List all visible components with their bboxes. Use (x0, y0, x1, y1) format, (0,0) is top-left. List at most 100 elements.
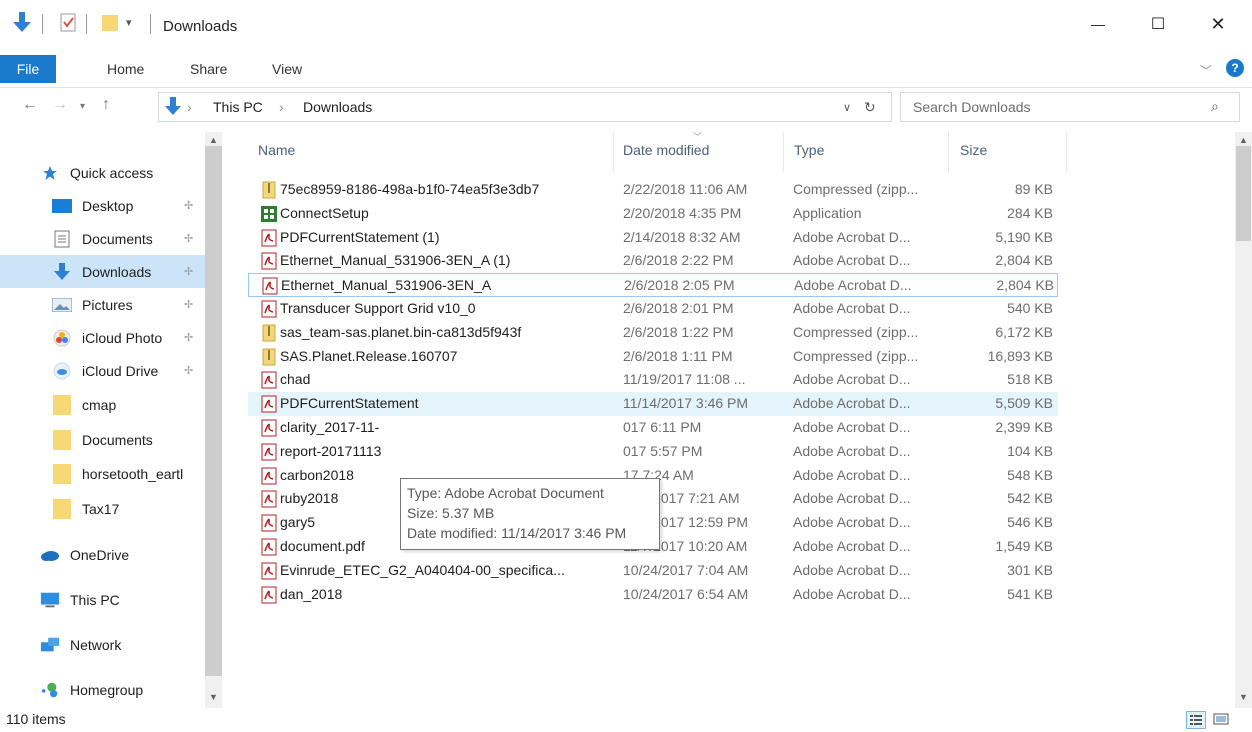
file-row[interactable]: sas_team-sas.planet.bin-ca813d5f943f 2/6/… (248, 321, 1058, 345)
file-name: Ethernet_Manual_531906-3EN_A (1) (280, 252, 511, 269)
tab-file[interactable]: File (0, 55, 56, 83)
column-divider[interactable] (783, 132, 784, 172)
nav-item-quick-access[interactable]: Quick access (0, 156, 205, 189)
breadcrumb-this-pc[interactable]: This PC (213, 99, 263, 115)
file-row[interactable]: ConnectSetup 2/20/2018 4:35 PM Application… (248, 202, 1058, 226)
file-date-modified: 017 5:57 PM (623, 442, 703, 459)
scroll-up-icon[interactable]: ▲ (1235, 135, 1252, 145)
nav-item-homegroup[interactable]: Homegroup (0, 673, 205, 706)
new-folder-icon[interactable] (100, 10, 120, 37)
breadcrumb-downloads[interactable]: Downloads (303, 99, 372, 115)
ribbon: File Home Share View ﹀ ? (0, 48, 1252, 88)
details-view-icon[interactable] (1186, 711, 1206, 729)
tooltip-size: Size: 5.37 MB (407, 505, 495, 521)
quick-access-separator (150, 14, 151, 34)
nav-item-desktop[interactable]: Desktop ✢ (0, 189, 205, 222)
large-icons-view-icon[interactable] (1212, 711, 1232, 729)
file-row[interactable]: PDFCurrentStatement (1) 2/14/2018 8:32 AM… (248, 226, 1058, 250)
file-row[interactable]: PDFCurrentStatement 11/14/2017 3:46 PM Ado… (248, 392, 1058, 417)
up-arrow-icon[interactable]: ↑ (102, 96, 110, 114)
pdf-icon (260, 300, 278, 318)
nav-item-label: iCloud Drive (82, 362, 159, 379)
zip-icon (260, 348, 278, 366)
customize-quick-access-icon[interactable]: ▾ (126, 16, 132, 29)
title-bar: ▾ Downloads — ☐ ✕ (0, 0, 1252, 48)
file-row[interactable]: Transducer Support Grid v10_0 2/6/2018 2:… (248, 297, 1058, 321)
scrollbar-thumb[interactable] (1236, 146, 1251, 241)
file-list-scrollbar[interactable]: ▲ ▼ (1235, 132, 1252, 708)
search-box[interactable]: Search Downloads ⌕ (900, 92, 1240, 122)
column-divider[interactable] (948, 132, 949, 172)
forward-arrow-icon[interactable]: → (52, 96, 68, 114)
file-row[interactable]: Ethernet_Manual_531906-3EN_A 2/6/2018 2:0… (248, 273, 1058, 298)
file-type: Compressed (zipp... (793, 323, 919, 340)
nav-item-cmap[interactable]: cmap (0, 388, 205, 421)
column-divider[interactable] (1066, 132, 1067, 172)
pin-icon: ✢ (184, 332, 194, 344)
nav-item-horsetooth[interactable]: horsetooth_eartl (0, 457, 205, 490)
file-size: 5,190 KB (995, 228, 1053, 245)
nav-item-icloud-photos[interactable]: iCloud Photo ✢ (0, 321, 205, 354)
nav-item-this-pc[interactable]: This PC (0, 583, 205, 616)
properties-icon[interactable] (58, 10, 78, 37)
maximize-button[interactable]: ☐ (1128, 0, 1188, 48)
navigation-pane-scrollbar[interactable]: ▲ ▼ (205, 132, 222, 708)
file-row[interactable]: Evinrude_ETEC_G2_A040404-00_specifica...… (248, 559, 1058, 583)
refresh-icon[interactable]: ↻ (864, 99, 876, 116)
scroll-up-icon[interactable]: ▲ (205, 135, 222, 145)
nav-item-label: Desktop (82, 197, 134, 214)
file-size: 542 KB (1007, 490, 1053, 507)
expand-ribbon-icon[interactable]: ﹀ (1200, 62, 1212, 79)
nav-item-network[interactable]: Network (0, 628, 205, 661)
nav-item-onedrive[interactable]: OneDrive (0, 538, 205, 571)
nav-item-icloud-drive[interactable]: iCloud Drive ✢ (0, 354, 205, 387)
pictures-icon (52, 296, 72, 314)
pdf-icon (260, 514, 278, 532)
back-arrow-icon[interactable]: ← (22, 96, 38, 114)
scrollbar-thumb[interactable] (205, 146, 222, 676)
tab-view[interactable]: View (272, 55, 302, 83)
nav-item-label: Homegroup (70, 681, 144, 698)
file-row[interactable]: chad 11/19/2017 11:08 ... Adobe Acrobat D.… (248, 368, 1058, 392)
address-dropdown-icon[interactable]: ∨ (843, 101, 851, 114)
recent-locations-chevron-icon[interactable]: ▾ (80, 101, 85, 112)
nav-item-downloads[interactable]: Downloads ✢ (0, 255, 205, 288)
file-size: 548 KB (1007, 466, 1053, 483)
address-bar[interactable]: › This PC › Downloads ∨ ↻ (158, 92, 892, 122)
close-button[interactable]: ✕ (1188, 0, 1248, 48)
nav-item-tax17[interactable]: Tax17 (0, 492, 205, 525)
file-row[interactable]: report-20171113 017 5:57 PM Adobe Acrobat … (248, 440, 1058, 464)
column-divider[interactable] (613, 132, 614, 172)
file-type: Application (793, 204, 862, 221)
search-icon[interactable]: ⌕ (1211, 98, 1219, 115)
file-size: 541 KB (1007, 585, 1053, 602)
file-row[interactable]: Ethernet_Manual_531906-3EN_A (1) 2/6/2018… (248, 249, 1058, 273)
file-size: 89 KB (1014, 181, 1053, 197)
zip-icon (260, 324, 278, 342)
file-size: 5,509 KB (995, 395, 1053, 412)
file-row[interactable]: dan_2018 10/24/2017 6:54 AM Adobe Acrobat … (248, 583, 1058, 607)
search-input[interactable]: Search Downloads (913, 99, 1031, 115)
tab-share[interactable]: Share (190, 55, 227, 83)
file-date-modified: 10/24/2017 6:54 AM (623, 585, 749, 602)
minimize-button[interactable]: — (1068, 0, 1128, 48)
help-icon[interactable]: ? (1226, 59, 1244, 77)
file-date-modified: 2/14/2018 8:32 AM (623, 228, 741, 245)
file-row[interactable]: SAS.Planet.Release.160707 2/6/2018 1:11 P… (248, 345, 1058, 369)
file-name: ConnectSetup (280, 204, 369, 221)
nav-item-documents[interactable]: Documents ✢ (0, 222, 205, 255)
nav-item-label: Documents (82, 230, 153, 247)
nav-item-pictures[interactable]: Pictures ✢ (0, 288, 205, 321)
quick-access-separator (86, 14, 87, 34)
nav-item-documents-folder[interactable]: Documents (0, 423, 205, 456)
file-date-modified: 017 6:11 PM (623, 419, 702, 435)
scroll-down-icon[interactable]: ▼ (1235, 692, 1252, 702)
file-date-modified: 2/6/2018 2:01 PM (623, 300, 734, 316)
file-type: Adobe Acrobat D... (793, 252, 911, 269)
file-row[interactable]: 75ec8959-8186-498a-b1f0-74ea5f3e3db7 2/22… (248, 178, 1058, 202)
scroll-down-icon[interactable]: ▼ (205, 692, 222, 702)
file-row[interactable]: clarity_2017-11- 017 6:11 PM Adobe Acrobat… (248, 416, 1058, 440)
folder-icon (52, 394, 72, 415)
tab-home[interactable]: Home (107, 55, 144, 83)
nav-item-label: iCloud Photo (82, 329, 163, 346)
